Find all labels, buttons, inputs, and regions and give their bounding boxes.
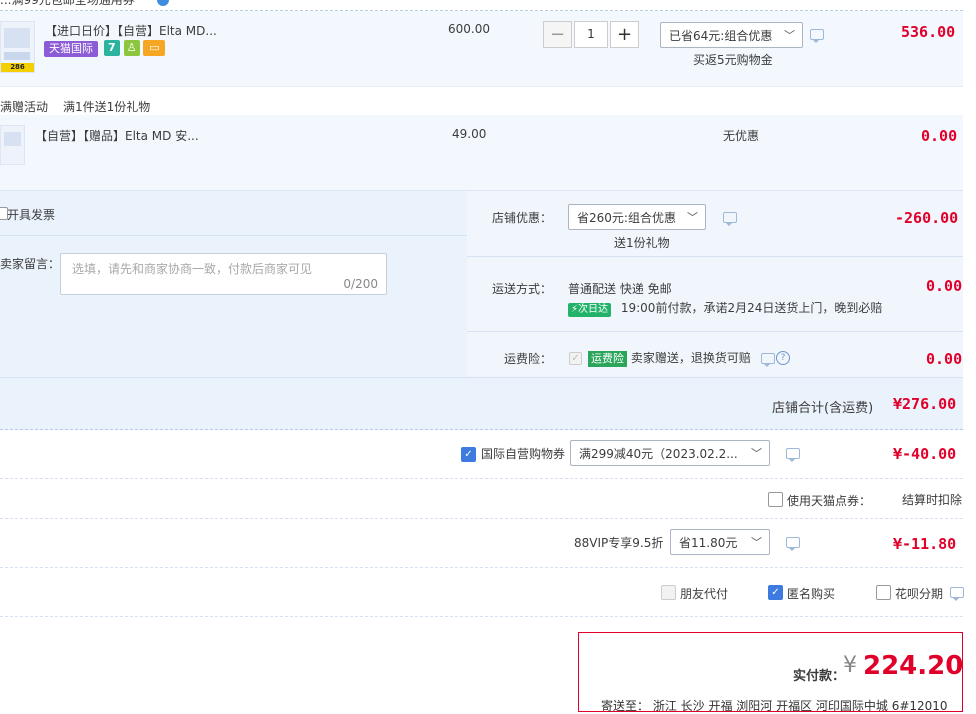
points-note: 结算时扣除	[902, 493, 963, 507]
gift-amount: 0.00	[921, 127, 958, 145]
item-amount: 536.00	[901, 23, 956, 41]
points-row: 使用天猫点券： 结算时扣除	[0, 479, 963, 519]
shop-discount-select[interactable]: 省260元:组合优惠 ﹀	[568, 204, 706, 230]
qty-increase-button[interactable]: +	[610, 21, 639, 48]
product-thumbnail[interactable]: 286	[0, 21, 35, 73]
chat-icon[interactable]	[723, 212, 737, 226]
coupon-select-value: 满299减40元（2023.02.2...	[579, 447, 738, 461]
next-day-badge: ⚡次日达	[568, 303, 612, 317]
next-day-badge-text: 次日达	[578, 304, 609, 315]
shop-summary-panel: 开具发票 卖家留言： 选填，请先和商家协商一致，付款后商家可见 0/200 店铺…	[0, 191, 963, 430]
shop-discount-label: 店铺优惠：	[492, 211, 553, 225]
unit-price: 600.00	[448, 22, 490, 36]
insurance-line: 运费险 卖家赠送，退换货可赔	[588, 349, 751, 367]
huabei-checkbox[interactable]	[876, 585, 891, 600]
chevron-down-icon: ﹀	[751, 447, 762, 460]
vip-select[interactable]: 省11.80元 ﹀	[670, 529, 770, 555]
item-badges: 天猫国际 7 ♙ ▭	[44, 40, 166, 57]
chevron-down-icon: ﹀	[751, 536, 762, 549]
points-label: 使用天猫点券：	[787, 494, 872, 508]
huabei-label: 花呗分期	[895, 587, 944, 601]
shop-discount-amount: -260.00	[895, 209, 959, 227]
coupon-row: ✓ 国际自营购物券 满299减40元（2023.02.2... ﹀ ¥-40.0…	[0, 430, 963, 479]
top-partial-text: ...满99元包邮全场通用券	[0, 0, 135, 7]
message-count: 0/200	[343, 277, 378, 291]
delivery-promise-line: ⚡次日达 19:00前付款，承诺2月24日送货上门，晚到必赔	[568, 299, 882, 317]
message-label: 卖家留言：	[0, 257, 61, 271]
insurance-text: 卖家赠送，退换货可赔	[630, 351, 751, 365]
friend-pay-checkbox	[661, 585, 676, 600]
anonymous-checkbox[interactable]: ✓	[768, 585, 783, 600]
coupon-checkbox[interactable]: ✓	[461, 447, 476, 462]
shop-total-label: 店铺合计(含运费)	[772, 401, 874, 416]
vip-amount: ¥-11.80	[893, 535, 957, 553]
thumbnail-price-tag: 286	[1, 63, 34, 72]
shop-panel-right: 店铺优惠： 省260元:组合优惠 ﹀ 送1份礼物 -260.00 运送方式： 普…	[467, 191, 963, 377]
delivery-value: 普通配送 快递 免邮	[568, 282, 672, 296]
top-partial-row: ...满99元包邮全场通用券	[0, 0, 963, 11]
insurance-label: 运费险：	[504, 352, 553, 366]
coupon-label: 国际自营购物券	[481, 447, 566, 461]
tmall-intl-badge: 天猫国际	[44, 40, 98, 57]
anonymous-label: 匿名购买	[787, 587, 836, 601]
payment-options-row: 朋友代付 ✓ 匿名购买 花呗分期	[0, 568, 964, 617]
invoice-label: 开具发票	[7, 208, 56, 222]
chat-icon[interactable]	[810, 29, 824, 43]
pay-amount: 224.20	[863, 651, 964, 681]
promo-note: 买返5元购物金	[693, 53, 773, 67]
vip-label: 88VIP专享9.5折	[574, 536, 664, 550]
friend-pay-label: 朋友代付	[680, 587, 729, 601]
gift-unit-price: 49.00	[452, 127, 487, 141]
gift-thumbnail[interactable]	[0, 125, 25, 165]
chat-icon[interactable]	[786, 448, 800, 462]
insurance-checkbox: ✓	[569, 352, 582, 365]
gift-promo: 无优惠	[723, 129, 760, 143]
chat-icon[interactable]	[761, 353, 775, 367]
shipping-address: 寄送至： 浙江 长沙 开福 浏阳河 开福区 河印国际中城 6#12010	[601, 699, 948, 713]
vip-row: 88VIP专享9.5折 省11.80元 ﹀ ¥-11.80	[0, 519, 963, 568]
guarantee-icon[interactable]: ♙	[123, 40, 140, 56]
shop-total-amount: ¥276.00	[893, 395, 957, 413]
item-promo-select[interactable]: 已省64元:组合优惠 ﹀	[660, 22, 803, 48]
gift-activity-row: 满赠活动 满1件送1份礼物	[0, 87, 963, 115]
points-checkbox[interactable]	[768, 492, 783, 507]
payment-summary-box: 实付款： ¥ 224.20 寄送至： 浙江 长沙 开福 浏阳河 开福区 河印国际…	[578, 632, 964, 713]
message-placeholder: 选填，请先和商家协商一致，付款后商家可见	[72, 262, 313, 276]
cart-item-1: 286 【进口日价】【自营】Elta MD... 天猫国际 7 ♙ ▭ 600.…	[0, 11, 963, 87]
delivery-label: 运送方式：	[492, 282, 553, 296]
delivery-amount: 0.00	[926, 277, 963, 295]
chat-icon[interactable]	[786, 537, 800, 551]
item-promo-select-value: 已省64元:组合优惠	[669, 29, 773, 43]
gift-activity-desc: 满1件送1份礼物	[63, 100, 151, 114]
coupon-select[interactable]: 满299减40元（2023.02.2... ﹀	[570, 440, 770, 466]
pay-label: 实付款：	[793, 669, 846, 684]
cart-item-2: 【自营】【赠品】Elta MD 安... 49.00 无优惠 0.00	[0, 115, 963, 191]
insurance-amount: 0.00	[926, 350, 963, 368]
chevron-down-icon: ﹀	[687, 211, 698, 224]
delivery-promise: 19:00前付款，承诺2月24日送货上门，晚到必赔	[620, 301, 883, 315]
qty-decrease-button[interactable]: −	[543, 21, 572, 48]
help-icon[interactable]: ?	[776, 351, 790, 365]
pay-currency: ¥	[843, 653, 857, 678]
shop-discount-select-value: 省260元:组合优惠	[577, 211, 676, 225]
chevron-down-icon: ﹀	[784, 29, 795, 42]
shop-panel-left: 开具发票 卖家留言： 选填，请先和商家协商一致，付款后商家可见 0/200	[0, 191, 468, 377]
gift-item-title[interactable]: 【自营】【赠品】Elta MD 安...	[35, 127, 199, 144]
chat-icon[interactable]	[950, 587, 964, 601]
shop-discount-note: 送1份礼物	[614, 236, 670, 250]
qty-input[interactable]: 1	[574, 21, 608, 48]
card-icon[interactable]: ▭	[143, 40, 166, 56]
gift-activity-label: 满赠活动	[0, 100, 49, 114]
vip-select-value: 省11.80元	[679, 536, 738, 550]
seller-message-input[interactable]: 选填，请先和商家协商一致，付款后商家可见 0/200	[60, 253, 387, 295]
info-icon[interactable]	[157, 0, 169, 6]
seven-day-return-icon[interactable]: 7	[103, 40, 120, 56]
insurance-tag: 运费险	[588, 351, 627, 367]
item-title[interactable]: 【进口日价】【自营】Elta MD...	[45, 22, 217, 39]
coupon-amount: ¥-40.00	[893, 445, 957, 463]
